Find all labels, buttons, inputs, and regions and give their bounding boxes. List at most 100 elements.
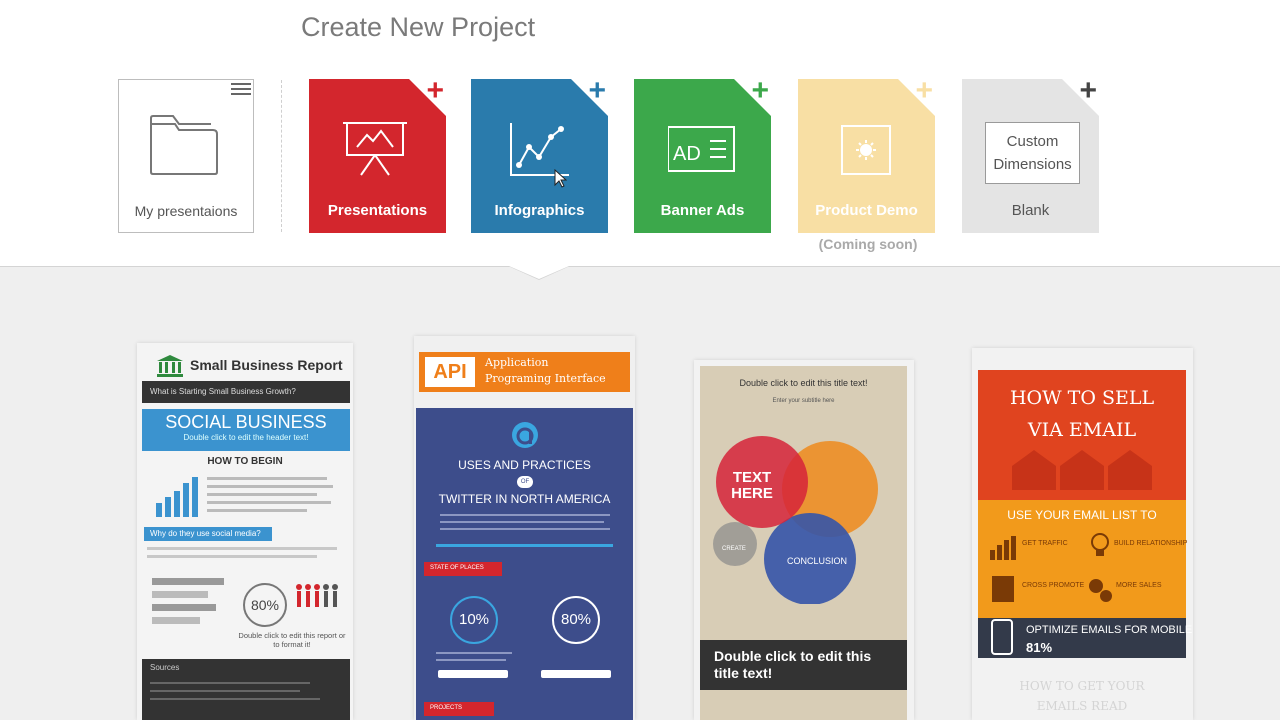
email-faded-footer: HOW TO GET YOUR EMAILS READ xyxy=(1019,679,1145,713)
email-item-2: BUILD RELATIONSHIP xyxy=(1114,540,1188,547)
banner-ads-tile[interactable]: + AD Banner Ads xyxy=(634,76,771,233)
template-email[interactable]: HOW TO SELL VIA EMAIL USE YOUR EMAIL LIS… xyxy=(972,348,1193,720)
template-header: Small Business Report xyxy=(145,351,345,381)
api-body: USES AND PRACTICES OF TWITTER IN NORTH A… xyxy=(416,408,633,720)
my-presentations-tile[interactable]: My presentaions xyxy=(118,79,254,233)
email-item-3: CROSS PROMOTE xyxy=(1022,582,1085,589)
template-api[interactable]: API Application Programing Interface USE… xyxy=(414,336,635,720)
template-bar-label-block: Why do they use social media? xyxy=(144,527,272,541)
presentations-tile[interactable]: + Presentations xyxy=(309,76,446,233)
presentation-board-icon xyxy=(343,122,407,176)
email-mobile-section: OPTIMIZE EMAILS FOR MOBILE 81% xyxy=(978,618,1192,658)
api-ribbon-2-text: PROJECTS xyxy=(430,705,463,711)
api-pill-2 xyxy=(541,670,611,678)
blank-label: Blank xyxy=(1011,202,1050,219)
page-title: Create New Project xyxy=(301,12,536,42)
api-badge-box: API xyxy=(425,357,475,387)
panel-pointer xyxy=(509,266,569,279)
text-lines xyxy=(207,477,337,517)
text-lines-2 xyxy=(147,547,343,563)
lightbulb-icon xyxy=(1091,533,1109,556)
api-ribbon-text: STATE OF PLACES xyxy=(430,565,484,571)
footer-label: Sources xyxy=(150,663,180,672)
custom-dimensions-box[interactable]: Custom Dimensions xyxy=(985,122,1080,184)
gears-icon xyxy=(1089,579,1112,602)
api-title-line2: Programing Interface xyxy=(485,372,606,385)
custom-dimensions-line2: Dimensions xyxy=(993,156,1072,173)
email-band: USE YOUR EMAIL LIST TO GET TRAFFIC BUILD… xyxy=(978,500,1188,618)
divider xyxy=(281,80,282,232)
stat-value: 80% xyxy=(250,597,280,613)
venn-conclusion: CONCLUSION xyxy=(786,556,847,566)
menu-icon[interactable] xyxy=(227,80,253,102)
blank-tile[interactable]: + Custom Dimensions Blank xyxy=(962,76,1099,233)
venn-bottom-text: Double click to edit this title text! xyxy=(714,648,872,681)
document-icon xyxy=(992,576,1014,602)
product-demo-tile: + Product Demo xyxy=(798,74,935,233)
api-heading1: USES AND PRACTICES xyxy=(458,458,591,472)
stat-circle-2: 80% xyxy=(552,596,600,644)
template-small-business[interactable]: Small Business Report What is Starting S… xyxy=(137,343,353,720)
api-pill-1 xyxy=(438,670,508,678)
venn-small-label: CREATE xyxy=(722,546,746,552)
stat-2: 80% xyxy=(560,611,592,628)
presentations-label: Presentations xyxy=(327,202,428,219)
api-text-lines-2 xyxy=(436,652,616,666)
template-subtitle: What is Starting Small Business Growth? xyxy=(150,387,296,396)
people-icon xyxy=(296,584,338,607)
infographics-label: Infographics xyxy=(494,202,585,219)
api-title-line1: Application xyxy=(485,356,549,369)
api-divider xyxy=(436,544,613,547)
api-of: OF xyxy=(520,479,530,485)
logo-icon xyxy=(512,422,538,448)
bank-icon xyxy=(157,355,183,377)
api-header: API Application Programing Interface xyxy=(419,352,630,392)
venn-body: Double click to edit this title text! En… xyxy=(700,366,907,720)
add-infographic-icon[interactable]: + xyxy=(588,76,606,106)
stat-1: 10% xyxy=(458,611,490,628)
venn-sub-text: Enter your subtitle here xyxy=(772,398,835,404)
progress-bars xyxy=(152,578,232,630)
template-venn[interactable]: Double click to edit this title text! En… xyxy=(694,360,914,720)
stat-note: Double click to edit this report or to f… xyxy=(238,631,346,649)
email-top: HOW TO SELL VIA EMAIL xyxy=(978,370,1186,500)
phone-icon xyxy=(991,619,1013,655)
email-item-4: MORE SALES xyxy=(1116,582,1162,589)
add-blank-icon[interactable]: + xyxy=(1079,76,1097,106)
template-title: Small Business Report xyxy=(190,357,343,373)
template-heading-block: SOCIAL BUSINESS Double click to edit the… xyxy=(142,409,350,451)
email-mobile-heading: OPTIMIZE EMAILS FOR MOBILE xyxy=(1026,624,1193,636)
infographics-tile[interactable]: + Infographics xyxy=(471,76,608,233)
template-section-title: HOW TO BEGIN xyxy=(207,456,283,467)
venn-bottom-bar: Double click to edit this title text! xyxy=(700,640,907,690)
email-item-1: GET TRAFFIC xyxy=(1022,540,1068,547)
email-mobile-stat: 81% xyxy=(1026,640,1053,655)
template-footer: Sources xyxy=(142,659,350,720)
venn-circle-text: TEXT HERE xyxy=(731,469,773,502)
stat-circle-1: 10% xyxy=(450,596,498,644)
product-demo-label: Product Demo xyxy=(815,202,918,219)
venn-top-text: Double click to edit this title text! xyxy=(739,378,868,388)
product-demo-icon xyxy=(841,125,891,175)
my-presentations-label: My presentaions xyxy=(134,203,238,219)
mouse-cursor-icon xyxy=(554,169,567,188)
envelope-icons xyxy=(1012,450,1152,490)
chart-icon xyxy=(990,536,1016,560)
api-text-lines xyxy=(440,514,610,535)
template-heading: SOCIAL BUSINESS xyxy=(165,412,327,432)
email-band-text: USE YOUR EMAIL LIST TO xyxy=(1007,508,1157,522)
add-presentation-icon[interactable]: + xyxy=(426,76,444,106)
stat-ring: 80% xyxy=(243,583,287,627)
banner-ads-label: Banner Ads xyxy=(660,202,745,219)
api-heading2: TWITTER IN NORTH AMERICA xyxy=(438,492,611,506)
api-ribbon: STATE OF PLACES xyxy=(424,562,502,576)
template-bar-label: Why do they use social media? xyxy=(150,529,261,538)
bar-chart-icon xyxy=(156,477,198,517)
add-banner-icon[interactable]: + xyxy=(751,76,769,106)
add-product-demo-icon: + xyxy=(915,74,933,107)
template-heading-sub: Double click to edit the header text! xyxy=(183,433,309,442)
email-title: HOW TO SELL VIA EMAIL xyxy=(1009,387,1155,441)
api-ribbon-2: PROJECTS xyxy=(424,702,494,716)
custom-dimensions-line1: Custom xyxy=(1006,133,1059,150)
venn-diagram xyxy=(713,436,878,604)
